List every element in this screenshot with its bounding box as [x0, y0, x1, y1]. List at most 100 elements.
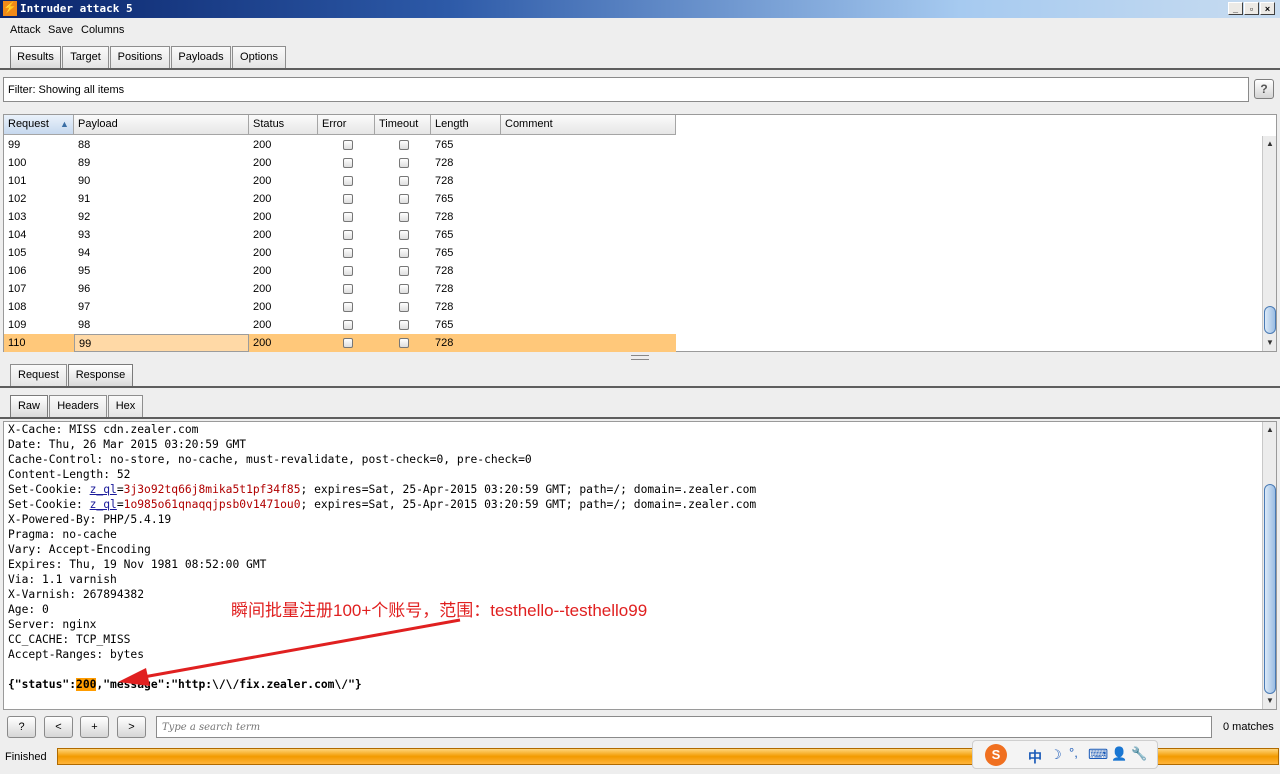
- response-scrollbar[interactable]: ▲ ▼: [1262, 422, 1276, 709]
- scroll-up-icon[interactable]: ▲: [1264, 424, 1276, 436]
- timeout-checkbox: [399, 284, 409, 294]
- menu-save[interactable]: Save: [48, 24, 73, 36]
- punctuation-icon[interactable]: °,: [1069, 745, 1078, 760]
- table-scrollbar[interactable]: ▲ ▼: [1262, 136, 1276, 351]
- response-line: Vary: Accept-Encoding: [8, 543, 151, 556]
- title-bar: ⚡ Intruder attack 5 _ ▫ ×: [0, 0, 1280, 18]
- json-prefix: {"status":: [8, 678, 77, 691]
- table-row[interactable]: 104 93 200 765: [4, 226, 676, 244]
- response-line: X-Varnish: 267894382: [8, 588, 145, 601]
- table-row[interactable]: 110 99 200 728: [4, 334, 676, 352]
- tab-headers[interactable]: Headers: [49, 395, 107, 417]
- table-row[interactable]: 101 90 200 728: [4, 172, 676, 190]
- tab-raw[interactable]: Raw: [10, 395, 48, 417]
- tab-request[interactable]: Request: [10, 364, 67, 386]
- column-header-status[interactable]: Status: [249, 115, 318, 135]
- menu-columns[interactable]: Columns: [81, 24, 124, 36]
- cell-status: 200: [253, 265, 272, 277]
- cell-length: 728: [435, 283, 454, 295]
- column-header-length[interactable]: Length: [431, 115, 501, 135]
- scroll-down-icon[interactable]: ▼: [1264, 337, 1276, 349]
- cell-length: 765: [435, 247, 454, 259]
- window-title: Intruder attack 5: [20, 2, 133, 15]
- cell-status: 200: [253, 157, 272, 169]
- cell-payload: 96: [78, 283, 91, 295]
- splitter-handle[interactable]: [631, 355, 649, 360]
- table-row[interactable]: 99 88 200 765: [4, 136, 676, 154]
- filter-bar[interactable]: [3, 77, 1249, 102]
- view-tabs: Raw Headers Hex: [0, 395, 1280, 419]
- menu-attack[interactable]: Attack: [10, 24, 41, 36]
- cell-payload: 94: [78, 247, 91, 259]
- tab-results[interactable]: Results: [10, 46, 61, 68]
- response-line: Via: 1.1 varnish: [8, 573, 117, 586]
- scroll-thumb[interactable]: [1264, 484, 1276, 694]
- cookie-attributes: ; expires=Sat, 25-Apr-2015 03:20:59 GMT;…: [300, 483, 757, 496]
- error-checkbox: [343, 266, 353, 276]
- timeout-checkbox: [399, 338, 409, 348]
- scroll-down-icon[interactable]: ▼: [1264, 695, 1276, 707]
- chinese-mode-icon[interactable]: 中: [1028, 747, 1042, 767]
- close-button[interactable]: ×: [1260, 2, 1275, 15]
- search-options-button[interactable]: +: [80, 716, 109, 738]
- cell-length: 728: [435, 157, 454, 169]
- column-header-payload[interactable]: Payload: [74, 115, 249, 135]
- tab-target[interactable]: Target: [62, 46, 109, 68]
- cell-status: 200: [253, 139, 272, 151]
- table-row[interactable]: 102 91 200 765: [4, 190, 676, 208]
- cell-request: 107: [8, 283, 27, 295]
- header-name: Set-Cookie:: [8, 498, 90, 511]
- filter-help-button[interactable]: ?: [1254, 79, 1274, 99]
- timeout-checkbox: [399, 158, 409, 168]
- detail-tabs: Request Response: [0, 364, 1280, 388]
- search-input[interactable]: [156, 716, 1212, 738]
- search-next-button[interactable]: >: [117, 716, 146, 738]
- keyboard-icon[interactable]: ⌨: [1088, 746, 1108, 763]
- error-checkbox: [343, 212, 353, 222]
- tab-options[interactable]: Options: [232, 46, 286, 68]
- table-row[interactable]: 109 98 200 765: [4, 316, 676, 334]
- error-checkbox: [343, 284, 353, 294]
- menu-bar: Attack Save Columns: [0, 19, 1280, 41]
- tab-positions[interactable]: Positions: [110, 46, 170, 68]
- column-header-timeout[interactable]: Timeout: [375, 115, 431, 135]
- cookie-name: z_ql: [89, 483, 117, 496]
- timeout-checkbox: [399, 140, 409, 150]
- search-help-button[interactable]: ?: [7, 716, 36, 738]
- user-icon[interactable]: 👤: [1111, 746, 1127, 762]
- table-row[interactable]: 103 92 200 728: [4, 208, 676, 226]
- table-row[interactable]: 100 89 200 728: [4, 154, 676, 172]
- search-previous-button[interactable]: <: [44, 716, 73, 738]
- tab-hex[interactable]: Hex: [108, 395, 143, 417]
- column-header-error[interactable]: Error: [318, 115, 375, 135]
- response-line: Date: Thu, 26 Mar 2015 03:20:59 GMT: [8, 438, 247, 451]
- tools-icon[interactable]: 🔧: [1131, 746, 1147, 762]
- cookie-name: z_ql: [89, 498, 117, 511]
- half-width-icon[interactable]: ☽: [1050, 747, 1062, 763]
- timeout-checkbox: [399, 194, 409, 204]
- column-header-comment[interactable]: Comment: [501, 115, 676, 135]
- table-row[interactable]: 108 97 200 728: [4, 298, 676, 316]
- column-header-request[interactable]: Request ▲: [4, 115, 74, 135]
- maximize-button[interactable]: ▫: [1244, 2, 1259, 15]
- table-row[interactable]: 106 95 200 728: [4, 262, 676, 280]
- table-row[interactable]: 107 96 200 728: [4, 280, 676, 298]
- burp-app-icon: ⚡: [3, 1, 17, 16]
- scroll-up-icon[interactable]: ▲: [1264, 138, 1276, 150]
- cell-status: 200: [253, 319, 272, 331]
- scroll-thumb[interactable]: [1264, 306, 1276, 334]
- search-match-count: 0 matches: [1223, 721, 1274, 733]
- tab-underline: [0, 417, 1280, 419]
- cell-length: 765: [435, 139, 454, 151]
- tab-response[interactable]: Response: [68, 364, 133, 386]
- minimize-button[interactable]: _: [1228, 2, 1243, 15]
- tab-payloads[interactable]: Payloads: [171, 46, 231, 68]
- cell-request: 110: [8, 337, 26, 349]
- table-row[interactable]: 105 94 200 765: [4, 244, 676, 262]
- error-checkbox: [343, 320, 353, 330]
- header-name: Set-Cookie:: [8, 483, 90, 496]
- ime-toolbar[interactable]: S 中 ☽ °, ⌨ 👤 🔧: [972, 740, 1158, 769]
- error-checkbox: [343, 176, 353, 186]
- sogou-logo-icon[interactable]: S: [985, 744, 1007, 766]
- error-checkbox: [343, 194, 353, 204]
